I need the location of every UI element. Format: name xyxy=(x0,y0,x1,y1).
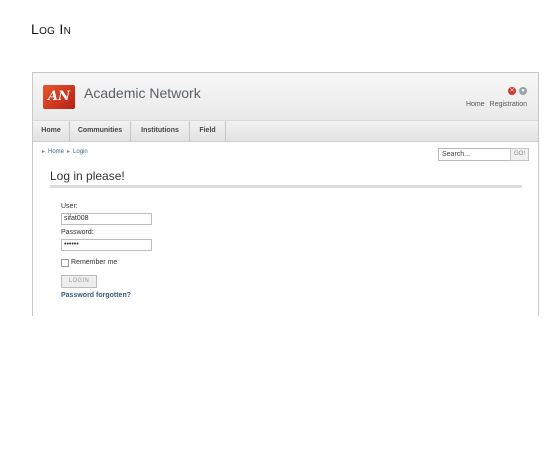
password-field[interactable]: •••••• xyxy=(61,239,152,251)
page-title: Log in please! xyxy=(50,169,125,183)
password-label: Password: xyxy=(61,229,94,236)
nav-item-communities[interactable]: Communities xyxy=(70,121,131,141)
site-header: AN Academic Network ✕ ● Home Registratio… xyxy=(33,73,538,121)
nav-item-institutions[interactable]: Institutions xyxy=(131,121,190,141)
login-button[interactable]: LOGIN xyxy=(61,275,97,288)
search-button[interactable]: GO! xyxy=(510,148,529,161)
globe-icon[interactable]: ● xyxy=(519,87,527,95)
main-nav: Home Communities Institutions Field xyxy=(33,121,538,142)
breadcrumb-arrow-icon: ▸ xyxy=(67,149,71,155)
site-name: Academic Network xyxy=(84,85,201,101)
breadcrumb: ▸ Home ▸ Login xyxy=(39,148,88,155)
nav-item-field[interactable]: Field xyxy=(190,121,226,141)
remember-me-label: Remember me xyxy=(71,259,118,266)
remember-me-checkbox[interactable] xyxy=(61,259,69,267)
breadcrumb-home[interactable]: Home xyxy=(48,149,64,155)
user-label: User: xyxy=(61,203,78,210)
header-icons: ✕ ● xyxy=(508,87,527,95)
site-logo[interactable]: AN xyxy=(43,85,75,109)
heading-divider xyxy=(50,185,522,188)
header-links: Home Registration xyxy=(466,101,527,108)
browser-frame: AN Academic Network ✕ ● Home Registratio… xyxy=(32,72,539,316)
nav-item-home[interactable]: Home xyxy=(33,121,70,141)
user-field[interactable]: sifat008 xyxy=(61,213,152,225)
header-link-registration[interactable]: Registration xyxy=(490,101,527,108)
search-input[interactable]: Search... xyxy=(438,148,512,161)
forgot-password-link[interactable]: Password forgotten? xyxy=(61,292,131,299)
logout-icon[interactable]: ✕ xyxy=(508,87,516,95)
breadcrumb-login[interactable]: Login xyxy=(73,149,88,155)
slide-title: Log In xyxy=(31,21,72,37)
breadcrumb-arrow-icon: ▸ xyxy=(42,149,46,155)
header-link-home[interactable]: Home xyxy=(466,101,485,108)
